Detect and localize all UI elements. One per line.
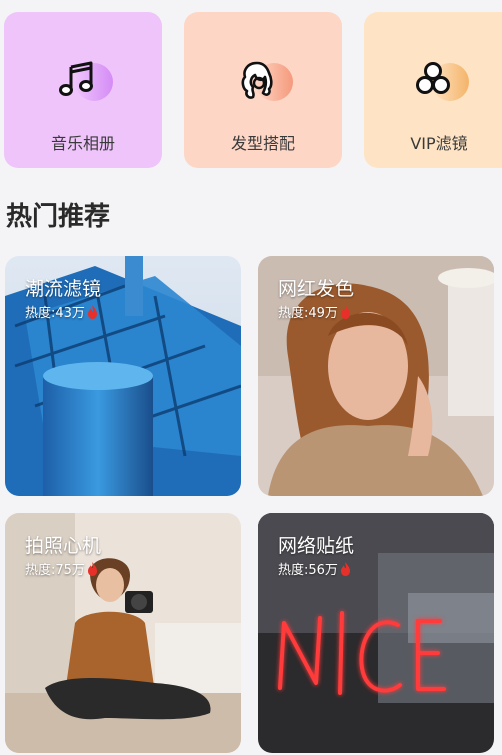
tile-heat: 热度:43万 [25,302,98,321]
hair-style-icon [233,59,293,105]
heat-label: 热度:49万 [278,306,338,321]
tile-heat: 热度:75万 [25,559,98,578]
tile-title: 网络贴纸 [278,535,355,557]
category-label: VIP滤镜 [410,134,468,153]
section-title: 热门推荐 [6,202,111,232]
category-label: 音乐相册 [50,134,115,153]
fire-icon [340,561,350,576]
category-card-music-album[interactable]: 音乐相册 [4,12,162,168]
fire-icon [87,304,97,319]
fire-icon [87,561,97,576]
tile-heat: 热度:49万 [278,302,351,321]
filter-circles-icon [409,59,469,105]
tile-photo-tricks[interactable]: 拍照心机 热度:75万 [5,513,241,753]
tile-title: 网红发色 [278,278,355,300]
heat-label: 热度:56万 [278,563,338,578]
tile-heat: 热度:56万 [278,559,351,578]
music-note-icon [53,59,113,105]
heat-label: 热度:43万 [25,306,85,321]
category-card-vip-filter[interactable]: VIP滤镜 [364,12,502,168]
tile-influencer-hair[interactable]: 网红发色 热度:49万 [258,256,494,496]
fire-icon [340,304,350,319]
category-card-hairstyle[interactable]: 发型搭配 [184,12,342,168]
category-label: 发型搭配 [230,134,295,153]
tile-trend-filter[interactable]: 潮流滤镜 热度:43万 [5,256,241,496]
category-row: 音乐相册 发型搭配 VIP滤镜 [0,0,502,180]
tile-web-stickers[interactable]: 网络贴纸 热度:56万 [258,513,494,753]
tile-title: 拍照心机 [25,535,102,557]
heat-label: 热度:75万 [25,563,85,578]
tile-title: 潮流滤镜 [25,278,102,300]
